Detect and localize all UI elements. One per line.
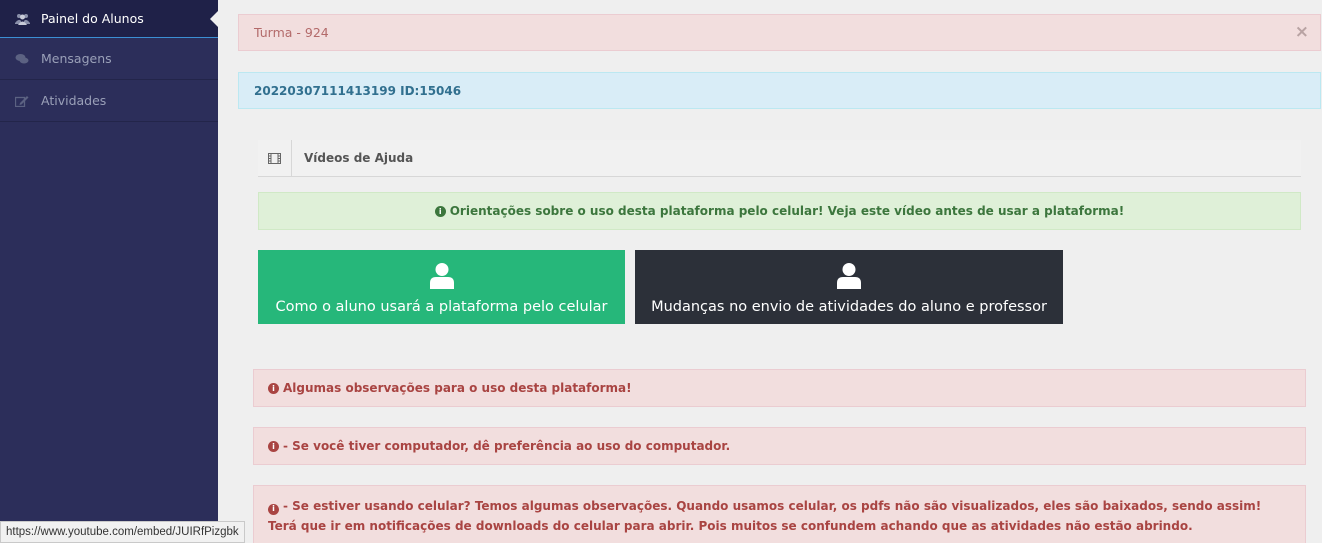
student-id-text: 20220307111413199 ID:15046: [254, 83, 462, 98]
observation-alert: i- Se estiver usando celular? Temos algu…: [253, 485, 1306, 543]
info-circle-icon: i: [268, 382, 279, 394]
orientation-notice: i Orientações sobre o uso desta platafor…: [258, 192, 1301, 230]
video-button-celular[interactable]: Como o aluno usará a plataforma pelo cel…: [258, 250, 625, 324]
info-circle-icon: i: [268, 440, 279, 452]
video-button-mudancas[interactable]: Mudanças no envio de atividades do aluno…: [635, 250, 1063, 324]
help-panel-header: Vídeos de Ajuda: [258, 139, 1301, 177]
observation-alert: i - Se você tiver computador, dê preferê…: [253, 427, 1306, 465]
comments-icon: [14, 52, 30, 66]
observation-text: - Se você tiver computador, dê preferênc…: [283, 439, 731, 453]
info-circle-icon: i: [268, 503, 279, 515]
sidebar-item-mensagens[interactable]: Mensagens: [0, 38, 218, 80]
sidebar-item-label: Painel do Alunos: [41, 11, 144, 26]
user-icon: [836, 262, 862, 293]
turma-text: Turma - 924: [254, 25, 329, 40]
observation-text: Algumas observações para o uso desta pla…: [283, 381, 632, 395]
observation-alert: i Algumas observações para o uso desta p…: [253, 369, 1306, 407]
orientation-text: Orientações sobre o uso desta plataforma…: [449, 204, 1125, 218]
edit-icon: [14, 94, 30, 108]
student-id-info: 20220307111413199 ID:15046: [238, 72, 1321, 109]
help-panel-title: Vídeos de Ajuda: [304, 151, 414, 165]
video-button-label: Como o aluno usará a plataforma pelo cel…: [275, 299, 608, 315]
close-icon[interactable]: ×: [1295, 22, 1309, 42]
browser-status-url: https://www.youtube.com/embed/JUIRfPizgb…: [0, 521, 245, 543]
sidebar-item-label: Atividades: [41, 93, 107, 108]
turma-alert: Turma - 924 ×: [238, 14, 1321, 51]
film-icon: [258, 139, 292, 177]
video-button-label: Mudanças no envio de atividades do aluno…: [651, 299, 1047, 315]
sidebar-item-painel[interactable]: Painel do Alunos: [0, 0, 218, 38]
sidebar-item-atividades[interactable]: Atividades: [0, 80, 218, 122]
info-circle-icon: i: [434, 205, 446, 217]
observation-text: - Se estiver usando celular? Temos algum…: [268, 499, 1262, 533]
users-icon: [14, 12, 30, 26]
sidebar: Painel do Alunos Mensagens Atividades: [0, 0, 218, 543]
user-icon: [429, 262, 455, 293]
sidebar-item-label: Mensagens: [41, 51, 112, 66]
